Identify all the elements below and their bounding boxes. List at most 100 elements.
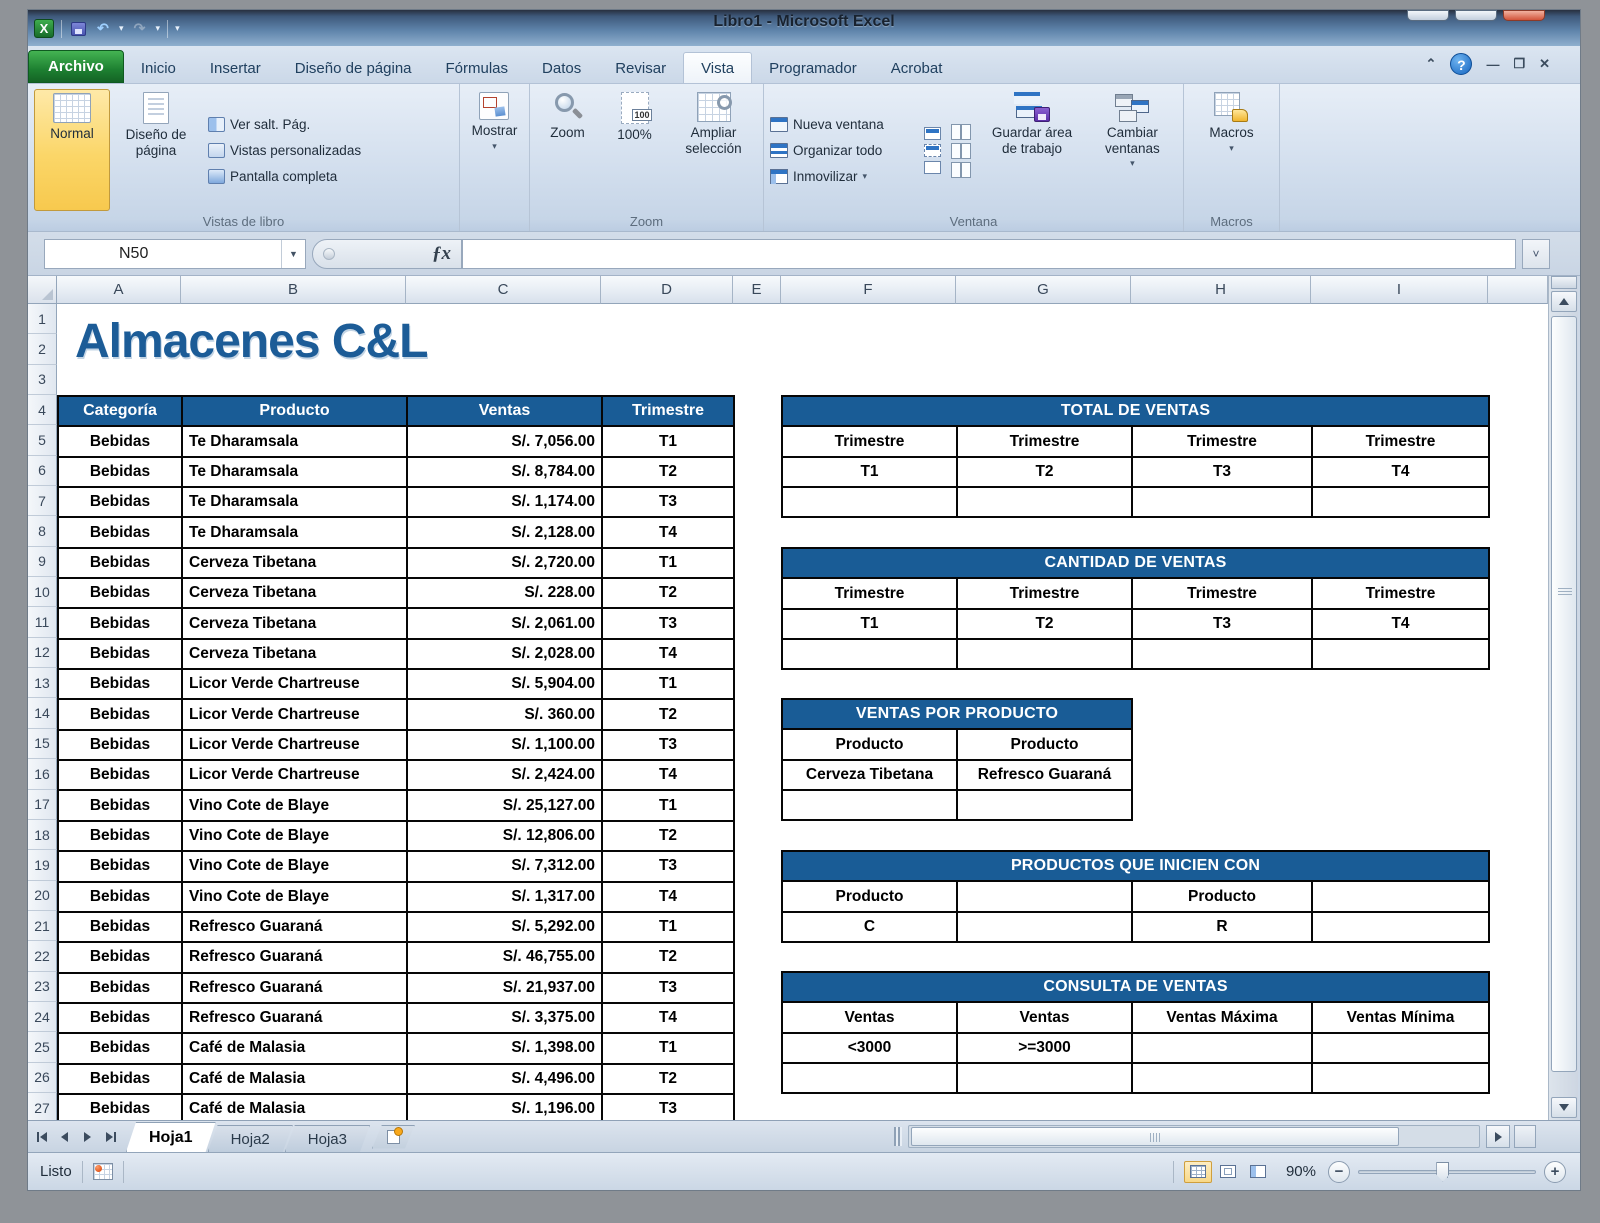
table-cell[interactable]: T3: [1131, 607, 1313, 641]
close-window-button[interactable]: [1503, 10, 1545, 21]
row-header-22[interactable]: 22: [28, 941, 57, 972]
row-header-14[interactable]: 14: [28, 698, 57, 729]
table-cell[interactable]: S/. 1,196.00: [406, 1092, 603, 1120]
table-cell[interactable]: S/. 7,056.00: [406, 425, 603, 458]
table-cell[interactable]: T1: [601, 668, 735, 701]
table-cell[interactable]: Bebidas: [57, 819, 183, 853]
table-cell[interactable]: S/. 5,904.00: [406, 668, 603, 701]
insert-function-icon[interactable]: ƒx: [432, 243, 451, 265]
table-cell[interactable]: T1: [601, 910, 735, 944]
insert-worksheet-button[interactable]: [372, 1125, 415, 1149]
expand-formula-bar-icon[interactable]: ˅: [1522, 239, 1550, 269]
table-header-cell[interactable]: Producto: [1131, 880, 1313, 913]
row-header-23[interactable]: 23: [28, 971, 57, 1002]
minimize-icon[interactable]: —: [1486, 57, 1499, 72]
save-workspace-button[interactable]: Guardar área de trabajo: [982, 89, 1082, 211]
table-cell[interactable]: Bebidas: [57, 759, 183, 792]
tab-scrollbar-split-handle[interactable]: [894, 1127, 902, 1146]
sheet-tab-hoja2[interactable]: Hoja2: [208, 1125, 293, 1152]
horizontal-scrollbar[interactable]: [908, 1125, 1480, 1148]
table-cell[interactable]: [1131, 1031, 1313, 1065]
table-cell[interactable]: [1310, 1062, 1491, 1095]
restore-icon[interactable]: ❐: [1513, 56, 1525, 72]
table-cell[interactable]: Te Dharamsala: [181, 425, 408, 458]
row-header-4[interactable]: 4: [28, 395, 57, 426]
row-header-9[interactable]: 9: [28, 546, 57, 578]
table-cell[interactable]: [1131, 486, 1313, 519]
full-screen-button[interactable]: Pantalla completa: [208, 163, 361, 189]
table-cell[interactable]: Bebidas: [57, 546, 183, 580]
page-layout-view-button[interactable]: Diseño de página: [114, 89, 198, 211]
mostrar-button[interactable]: Mostrar ▾: [468, 89, 522, 211]
collapse-ribbon-icon[interactable]: ⌃: [1426, 56, 1437, 72]
row-header-20[interactable]: 20: [28, 880, 57, 911]
normal-view-shortcut[interactable]: [1183, 1160, 1212, 1183]
table-cell[interactable]: T3: [601, 486, 735, 519]
table-cell[interactable]: Bebidas: [57, 516, 183, 549]
arrange-all-button[interactable]: Organizar todo: [770, 137, 918, 163]
table-cell[interactable]: S/. 21,937.00: [406, 971, 603, 1004]
table-cell[interactable]: Cerveza Tibetana: [181, 546, 408, 580]
table-cell[interactable]: [781, 638, 958, 671]
table-cell[interactable]: Licor Verde Chartreuse: [181, 759, 408, 792]
table-cell[interactable]: [781, 1062, 958, 1095]
table-cell[interactable]: Bebidas: [57, 637, 183, 671]
table-header-cell[interactable]: Trimestre: [1310, 577, 1491, 610]
table-cell[interactable]: [781, 789, 958, 822]
table-cell[interactable]: Bebidas: [57, 910, 183, 944]
switch-windows-button[interactable]: Cambiar ventanas ▾: [1088, 89, 1177, 211]
table-cell[interactable]: T2: [601, 577, 735, 610]
table-cell[interactable]: R: [1131, 910, 1313, 944]
page-layout-view-shortcut[interactable]: [1214, 1161, 1242, 1183]
table-cell[interactable]: S/. 4,496.00: [406, 1062, 603, 1095]
ribbon-tab-f-rmulas[interactable]: Fórmulas: [429, 53, 526, 83]
ribbon-tab-revisar[interactable]: Revisar: [598, 53, 683, 83]
table-cell[interactable]: [1131, 1062, 1313, 1095]
zoom-button[interactable]: Zoom: [537, 89, 599, 211]
table-cell[interactable]: Vino Cote de Blaye: [181, 880, 408, 913]
table-header-cell[interactable]: Trimestre: [956, 425, 1133, 458]
zoom-slider-thumb[interactable]: [1436, 1161, 1450, 1182]
table-cell[interactable]: S/. 46,755.00: [406, 941, 603, 974]
table-cell[interactable]: Refresco Guaraná: [181, 1001, 408, 1035]
synchronous-scrolling-icon[interactable]: [951, 142, 972, 159]
table-cell[interactable]: >=3000: [956, 1031, 1133, 1065]
column-header-I[interactable]: I: [1311, 276, 1488, 304]
custom-views-button[interactable]: Vistas personalizadas: [208, 137, 361, 163]
table-cell[interactable]: T1: [601, 546, 735, 580]
table-cell[interactable]: <3000: [781, 1031, 958, 1065]
table-cell[interactable]: T2: [601, 698, 735, 731]
table-cell[interactable]: [956, 638, 1133, 671]
table-cell[interactable]: S/. 8,784.00: [406, 455, 603, 489]
table-header-cell[interactable]: Ventas Máxima: [1131, 1001, 1313, 1034]
table-cell[interactable]: [1310, 910, 1491, 944]
select-all-corner[interactable]: [28, 276, 57, 304]
table-cell[interactable]: Licor Verde Chartreuse: [181, 698, 408, 731]
table-cell[interactable]: T4: [601, 637, 735, 671]
table-cell[interactable]: Cerveza Tibetana: [181, 607, 408, 640]
table-cell[interactable]: T1: [601, 425, 735, 458]
help-icon[interactable]: ?: [1450, 53, 1473, 75]
formula-input[interactable]: [462, 239, 1516, 269]
ribbon-tab-programador[interactable]: Programador: [752, 53, 874, 83]
table-cell[interactable]: S/. 1,174.00: [406, 486, 603, 519]
table-cell[interactable]: Bebidas: [57, 789, 183, 822]
scroll-down-button[interactable]: [1551, 1097, 1577, 1118]
table-cell[interactable]: T4: [1310, 455, 1491, 489]
column-header-F[interactable]: F: [781, 276, 956, 304]
table-header-cell[interactable]: Trimestre: [781, 425, 958, 458]
table-cell[interactable]: T4: [601, 759, 735, 792]
table-cell[interactable]: S/. 1,398.00: [406, 1032, 603, 1065]
column-header-A[interactable]: A: [57, 276, 181, 304]
table-cell[interactable]: S/. 2,424.00: [406, 759, 603, 792]
table-cell[interactable]: Café de Malasia: [181, 1062, 408, 1095]
ribbon-tab-inicio[interactable]: Inicio: [124, 53, 193, 83]
row-header-21[interactable]: 21: [28, 910, 57, 942]
table-cell[interactable]: Bebidas: [57, 941, 183, 974]
row-header-18[interactable]: 18: [28, 819, 57, 851]
table-cell[interactable]: [781, 486, 958, 519]
sheet-tab-hoja3[interactable]: Hoja3: [285, 1125, 370, 1152]
column-header-G[interactable]: G: [956, 276, 1131, 304]
table-cell[interactable]: T1: [781, 455, 958, 489]
vertical-scrollbar[interactable]: [1548, 276, 1578, 1120]
